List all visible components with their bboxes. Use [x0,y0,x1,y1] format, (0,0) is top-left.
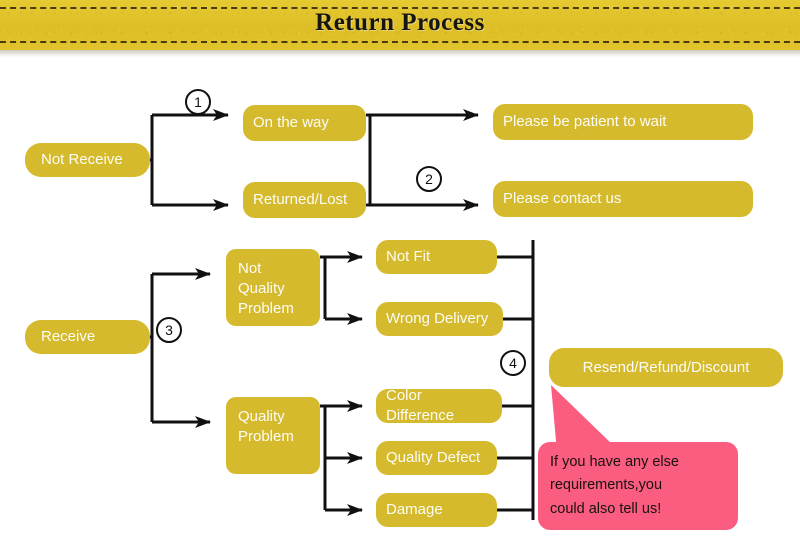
step-marker-3: 3 [156,317,182,343]
step-marker-1: 1 [185,89,211,115]
node-not-receive[interactable]: Not Receive [25,143,150,177]
node-on-the-way[interactable]: On the way [243,105,366,141]
node-resend-refund-discount[interactable]: Resend/Refund/Discount [549,348,783,387]
node-wrong-delivery[interactable]: Wrong Delivery [376,302,503,336]
node-label: Quality Defect [386,449,481,467]
node-color-difference[interactable]: Color Difference [376,387,502,424]
node-quality-defect[interactable]: Quality Defect [376,441,497,475]
step-number: 4 [509,355,517,371]
step-number: 3 [165,322,173,338]
callout-line-2: requirements,you [550,477,663,494]
node-label: Quality Problem [238,408,294,445]
node-label: On the way [253,114,329,132]
node-not-fit[interactable]: Not Fit [376,240,497,274]
node-please-contact-us[interactable]: Please contact us [493,181,753,217]
step-marker-4: 4 [500,350,526,376]
node-damage[interactable]: Damage [376,493,497,527]
node-label: Please be patient to wait [503,113,667,131]
step-number: 2 [425,171,433,187]
node-please-be-patient-to-wait[interactable]: Please be patient to wait [493,104,753,140]
node-quality-problem[interactable]: Quality Problem [226,397,320,474]
node-label: Color Difference [386,387,455,424]
callout-bubble: If you have any else requirements,you co… [538,442,738,530]
step-number: 1 [194,94,202,110]
callout-line-3: could also tell us! [550,500,662,517]
return-process-diagram: Return Process Not Receive Receive On th… [0,0,800,556]
callout-line-1: If you have any else [550,454,679,470]
node-label: Damage [386,501,443,519]
node-label: Resend/Refund/Discount [582,358,750,376]
node-label: Wrong Delivery [386,310,489,328]
node-label: Returned/Lost [253,191,348,209]
node-label: Not Receive [41,151,123,169]
node-returned-lost[interactable]: Returned/Lost [243,182,366,218]
node-label: Please contact us [503,190,622,208]
node-label: Not Fit [386,248,431,266]
node-not-quality-problem[interactable]: Not Quality Problem [226,249,320,326]
node-label: Not Quality Problem [238,260,294,317]
node-receive[interactable]: Receive [25,320,150,354]
node-label: Receive [41,328,96,346]
step-marker-2: 2 [416,166,442,192]
